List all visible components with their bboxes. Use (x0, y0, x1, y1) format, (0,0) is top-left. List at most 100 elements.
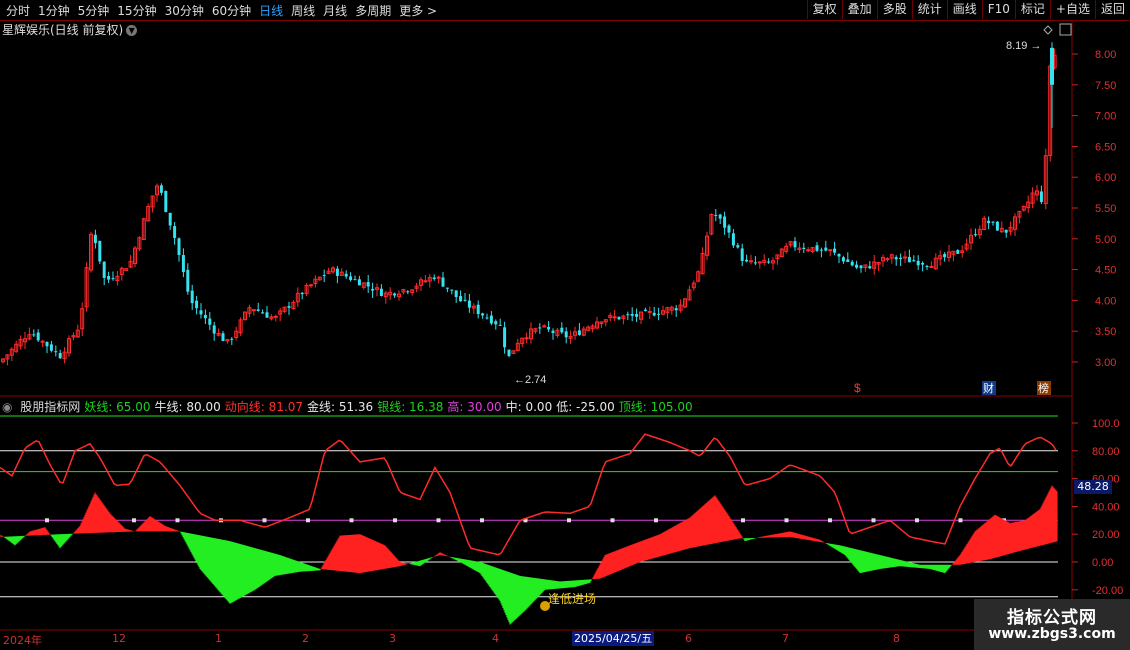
candle-body (98, 240, 102, 262)
ind-label: 0.00 (1092, 557, 1113, 569)
candle-body (459, 296, 463, 302)
candle-body (925, 265, 929, 267)
high-dot (262, 518, 267, 523)
ind-label: 20.00 (1092, 529, 1120, 541)
candle-body (287, 306, 291, 308)
candle-body (612, 316, 617, 319)
candle-body (441, 277, 445, 287)
high-dot (436, 518, 441, 523)
low-annotation: ←2.74 (514, 374, 546, 386)
candle-body (538, 327, 542, 329)
candle-body (912, 260, 916, 262)
candle-body (714, 214, 718, 216)
price-label: 8.00 (1095, 49, 1116, 61)
indicator-item-8: 顶线: 105.00 (618, 400, 693, 414)
candle-body (749, 260, 753, 263)
candle-body (767, 261, 771, 263)
candle-body (828, 249, 833, 252)
candle-body (647, 310, 652, 313)
indicator-item-7: 低: -25.00 (556, 400, 615, 414)
candle-body (921, 262, 925, 265)
indicator-item-5: 高: 30.00 (447, 400, 502, 414)
indicator-menu-icon[interactable]: ◉ (2, 400, 16, 414)
signal-label: 逢低进场 (548, 592, 597, 606)
candle-body (393, 293, 397, 296)
date-label-2: 1 (215, 632, 222, 645)
candle-body (423, 280, 428, 283)
candle-body (251, 309, 256, 312)
candle-body (674, 308, 678, 311)
candle-body (58, 352, 62, 359)
candle-body (186, 269, 190, 292)
indicator-header: ◉ 股朋指标网 妖线: 65.00 牛线: 80.00 动向线: 81.07 金线: 5… (2, 398, 697, 415)
high-annotation: 8.19 → (1006, 40, 1041, 52)
candle-body (93, 234, 97, 244)
candle-body (168, 212, 172, 226)
date-label-6: 6 (685, 632, 692, 645)
candle-body (745, 259, 749, 262)
candle-body (445, 287, 449, 289)
candle-body (190, 290, 194, 304)
candle-body (973, 234, 977, 236)
candle-body (102, 261, 106, 278)
candle-body (265, 312, 269, 318)
candle-body (657, 313, 661, 315)
indicator-item-6: 中: 0.00 (505, 400, 553, 414)
candle-body (256, 309, 260, 311)
high-dot (349, 518, 354, 523)
candle-body (49, 344, 53, 351)
candle-body (173, 226, 177, 238)
candle-body (353, 279, 357, 281)
high-dot (958, 518, 963, 523)
candle-body (454, 290, 458, 298)
ind-label: 100.0 (1092, 418, 1120, 430)
candle-body (885, 258, 890, 261)
candle-body (943, 254, 947, 258)
candle-body (45, 341, 49, 347)
candle-body (498, 324, 502, 326)
candle-body (463, 299, 467, 301)
watermark: 指标公式网 www.zbgs3.com (974, 599, 1130, 650)
candle-body (36, 332, 40, 341)
price-label: 7.50 (1095, 80, 1116, 92)
candle-body (406, 291, 410, 293)
candle-body (1039, 191, 1043, 203)
candle-body (850, 261, 854, 266)
high-dot (654, 518, 658, 523)
candle-body (32, 334, 36, 336)
candle-body (111, 278, 115, 280)
candle-body (1004, 229, 1008, 233)
ind-label: -20.00 (1092, 585, 1123, 597)
candle-body (635, 313, 639, 317)
candle-body (195, 300, 199, 309)
price-label: 3.50 (1095, 326, 1116, 338)
candle-body (868, 266, 872, 269)
high-dot (915, 518, 919, 523)
candle-body (991, 221, 995, 223)
candle-body (916, 260, 920, 266)
candle-body (564, 331, 568, 338)
diamond-icon (1043, 25, 1053, 35)
date-label-0: 2024年 (3, 634, 42, 647)
candle-body (723, 216, 727, 228)
candle-body (753, 262, 757, 264)
high-dot (784, 518, 789, 523)
candle-body (731, 233, 735, 246)
date-axis: 2024年 12 1 2 3 4 6 7 8 (0, 631, 1072, 648)
candle-body (617, 316, 621, 320)
candle-body (208, 318, 212, 325)
candle-body (841, 257, 845, 262)
high-dot (480, 518, 484, 523)
candle-body (507, 349, 511, 356)
ind-label: 80.00 (1092, 446, 1120, 458)
candle-body (300, 292, 304, 295)
brand-name: 指标公式网 (1007, 608, 1097, 628)
candle-body (485, 317, 489, 319)
indicator-item-2: 动向线: 81.07 (224, 400, 303, 414)
price-label: 5.50 (1095, 203, 1116, 215)
candle-body (995, 221, 999, 231)
high-dot (828, 518, 832, 523)
kline-chart[interactable]: 8.00 7.50 7.00 6.50 6.00 5.50 5.00 4.50 4.00 3.50… (0, 0, 1130, 650)
high-dot (741, 518, 745, 523)
candle-body (467, 300, 471, 308)
